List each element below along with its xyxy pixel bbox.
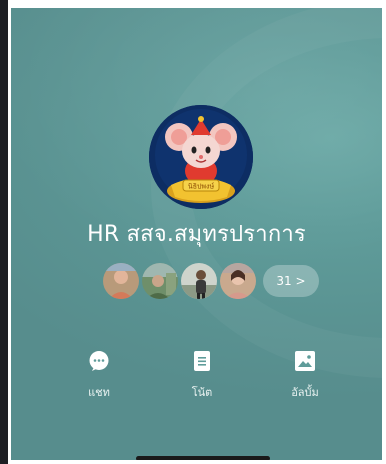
chat-bubble-icon [89, 351, 109, 371]
device-frame: นิธิปพงษ์ HR สสจ.สมุทรปราการ 31 > แชท โน… [0, 0, 386, 464]
member-avatar[interactable] [103, 263, 139, 299]
chat-button[interactable]: แชท [69, 350, 129, 401]
group-avatar[interactable]: นิธิปพงษ์ [149, 105, 253, 209]
member-avatar[interactable] [220, 263, 256, 299]
album-label: อัลบั้ม [291, 386, 319, 399]
member-list[interactable]: 31 > [103, 263, 319, 299]
window-edge [0, 0, 8, 464]
note-label: โน้ต [191, 386, 213, 399]
group-profile-screen: นิธิปพงษ์ HR สสจ.สมุทรปราการ 31 > แชท โน… [11, 8, 382, 460]
member-avatar[interactable] [181, 263, 217, 299]
member-avatar[interactable] [142, 263, 178, 299]
member-photo-3 [181, 263, 217, 299]
chat-label: แชท [88, 386, 110, 399]
group-name: HR สสจ.สมุทรปราการ [87, 222, 306, 247]
album-button[interactable]: อัลบั้ม [275, 350, 335, 401]
album-icon [295, 351, 315, 371]
member-photo-4 [220, 263, 256, 299]
note-icon [194, 351, 210, 371]
member-count-button[interactable]: 31 > [263, 265, 319, 297]
mouse-mascot-image: นิธิปพงษ์ [149, 105, 253, 209]
action-bar: แชท โน้ต อัลบั้ม [11, 350, 382, 410]
home-indicator[interactable] [136, 456, 270, 460]
note-button[interactable]: โน้ต [172, 350, 232, 401]
member-photo-2 [142, 263, 178, 299]
avatar-badge-text: นิธิปพงษ์ [188, 183, 215, 191]
member-photo-1 [103, 263, 139, 299]
